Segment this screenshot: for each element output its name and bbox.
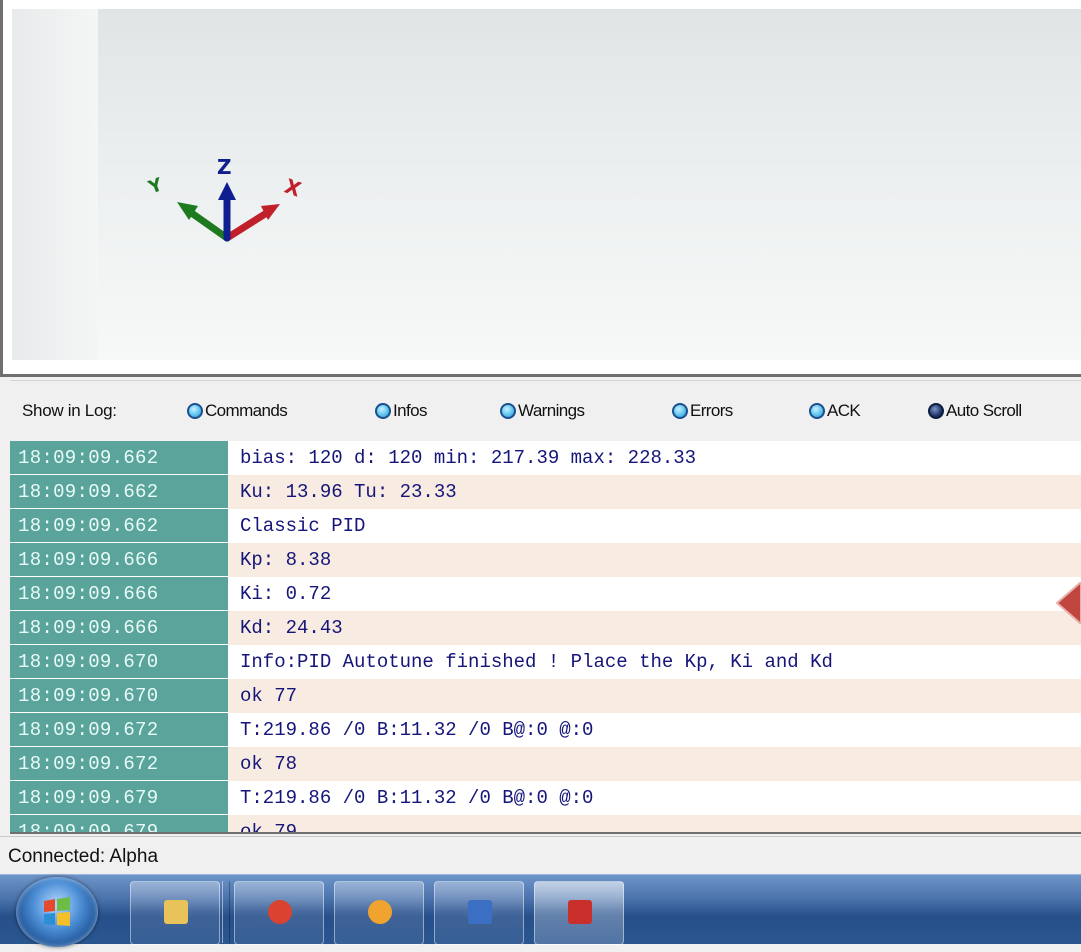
warnings-radio-icon[interactable] xyxy=(500,403,516,419)
log-message: Ki: 0.72 xyxy=(240,583,332,605)
auto-scroll-radio-icon[interactable] xyxy=(928,403,944,419)
errors-radio-icon[interactable] xyxy=(672,403,688,419)
log-message: bias: 120 d: 120 min: 217.39 max: 228.33 xyxy=(240,447,697,469)
log-timestamp: 18:09:09.679 xyxy=(10,781,228,815)
log-row: 18:09:09.662 Classic PID xyxy=(10,509,1081,543)
log-timestamp: 18:09:09.666 xyxy=(10,611,228,645)
log-row: 18:09:09.672 T:219.86 /0 B:11.32 /0 B@:0 … xyxy=(10,713,1081,747)
repetier-icon xyxy=(568,900,592,924)
log-timestamp: 18:09:09.662 xyxy=(10,441,228,475)
y-axis-label: Y xyxy=(145,174,166,199)
log-message: ok 78 xyxy=(228,747,1081,781)
taskbar-chrome-button[interactable] xyxy=(234,881,324,945)
status-bar: Connected: Alpha xyxy=(0,836,1081,874)
taskbar-word-button[interactable] xyxy=(434,881,524,945)
log-row: 18:09:09.672 ok 78 xyxy=(10,747,1081,781)
auto-scroll-toggle[interactable]: Auto Scroll xyxy=(928,401,1022,421)
errors-label: Errors xyxy=(690,401,733,420)
log-message: Kp: 8.38 xyxy=(228,543,1081,577)
folder-icon xyxy=(164,900,188,924)
splitter-arrow-icon[interactable] xyxy=(1053,582,1081,624)
axis-gizmo: X Y Z xyxy=(145,155,305,242)
3d-viewport[interactable]: X Y Z xyxy=(0,0,1081,377)
infos-label: Infos xyxy=(393,401,427,420)
infos-toggle[interactable]: Infos xyxy=(375,401,427,421)
log-row: 18:09:09.679 ok 79 xyxy=(10,815,1081,832)
ack-toggle[interactable]: ACK xyxy=(809,401,861,421)
log-message: ok 79 xyxy=(228,815,1081,832)
commands-toggle[interactable]: Commands xyxy=(187,401,288,421)
infos-radio-icon[interactable] xyxy=(375,403,391,419)
warnings-label: Warnings xyxy=(518,401,585,420)
log-timestamp: 18:09:09.670 xyxy=(10,679,228,713)
log-row: 18:09:09.662 bias: 120 d: 120 min: 217.39… xyxy=(10,441,1081,475)
log-row: 18:09:09.670 ok 77 xyxy=(10,679,1081,713)
log-timestamp: 18:09:09.662 xyxy=(10,475,228,509)
connection-status: Connected: Alpha xyxy=(8,846,159,867)
z-axis-label: Z xyxy=(217,155,232,179)
log-timestamp: 18:09:09.666 xyxy=(10,577,228,611)
log-message: T:219.86 /0 B:11.32 /0 B@:0 @:0 xyxy=(240,719,594,741)
show-in-log-label: Show in Log: xyxy=(22,401,117,420)
log-message: T:219.86 /0 B:11.32 /0 B@:0 @:0 xyxy=(240,787,594,809)
log-list[interactable]: 18:09:09.662 bias: 120 d: 120 min: 217.39… xyxy=(10,441,1081,834)
x-axis-label: X xyxy=(282,174,305,202)
windows-logo-icon xyxy=(44,897,70,926)
log-message: Kd: 24.43 xyxy=(228,611,1081,645)
log-timestamp: 18:09:09.679 xyxy=(10,815,228,832)
log-row: 18:09:09.670 Info:PID Autotune finished !… xyxy=(10,645,1081,679)
log-timestamp: 18:09:09.666 xyxy=(10,543,228,577)
start-button[interactable] xyxy=(16,877,98,947)
log-options-bar: Show in Log: Commands Infos Warnings Err… xyxy=(10,380,1081,440)
log-timestamp: 18:09:09.670 xyxy=(10,645,228,679)
log-timestamp: 18:09:09.672 xyxy=(10,747,228,781)
taskbar-explorer-button[interactable] xyxy=(130,881,220,945)
x-axis-arrow xyxy=(223,210,269,242)
log-row: 18:09:09.662 Ku: 13.96 Tu: 23.33 xyxy=(10,475,1081,509)
ack-label: ACK xyxy=(827,401,861,420)
errors-toggle[interactable]: Errors xyxy=(672,401,733,421)
clock-icon xyxy=(368,900,392,924)
commands-radio-icon[interactable] xyxy=(187,403,203,419)
taskbar-repetier-button[interactable] xyxy=(534,881,624,945)
y-axis-arrow xyxy=(189,210,231,242)
log-message: Info:PID Autotune finished ! Place the K… xyxy=(240,651,833,673)
log-row: 18:09:09.679 T:219.86 /0 B:11.32 /0 B@:0 … xyxy=(10,781,1081,815)
chrome-icon xyxy=(268,900,292,924)
auto-scroll-label: Auto Scroll xyxy=(946,401,1022,420)
commands-label: Commands xyxy=(205,401,288,420)
taskbar-tasks-button[interactable] xyxy=(334,881,424,945)
windows-taskbar xyxy=(0,874,1081,947)
taskbar-divider xyxy=(222,881,230,943)
log-timestamp: 18:09:09.672 xyxy=(10,713,228,747)
warnings-toggle[interactable]: Warnings xyxy=(500,401,585,421)
word-icon xyxy=(468,900,492,924)
log-row: 18:09:09.666 Ki: 0.72 xyxy=(10,577,1081,611)
log-message: Ku: 13.96 Tu: 23.33 xyxy=(228,475,1081,509)
viewport-left-gutter xyxy=(12,9,98,360)
log-message: ok 77 xyxy=(228,679,1081,713)
log-timestamp: 18:09:09.662 xyxy=(10,509,228,543)
log-row: 18:09:09.666 Kp: 8.38 xyxy=(10,543,1081,577)
z-axis-arrowhead xyxy=(218,182,236,200)
log-row: 18:09:09.666 Kd: 24.43 xyxy=(10,611,1081,645)
ack-radio-icon[interactable] xyxy=(809,403,825,419)
log-message: Classic PID xyxy=(240,515,366,537)
